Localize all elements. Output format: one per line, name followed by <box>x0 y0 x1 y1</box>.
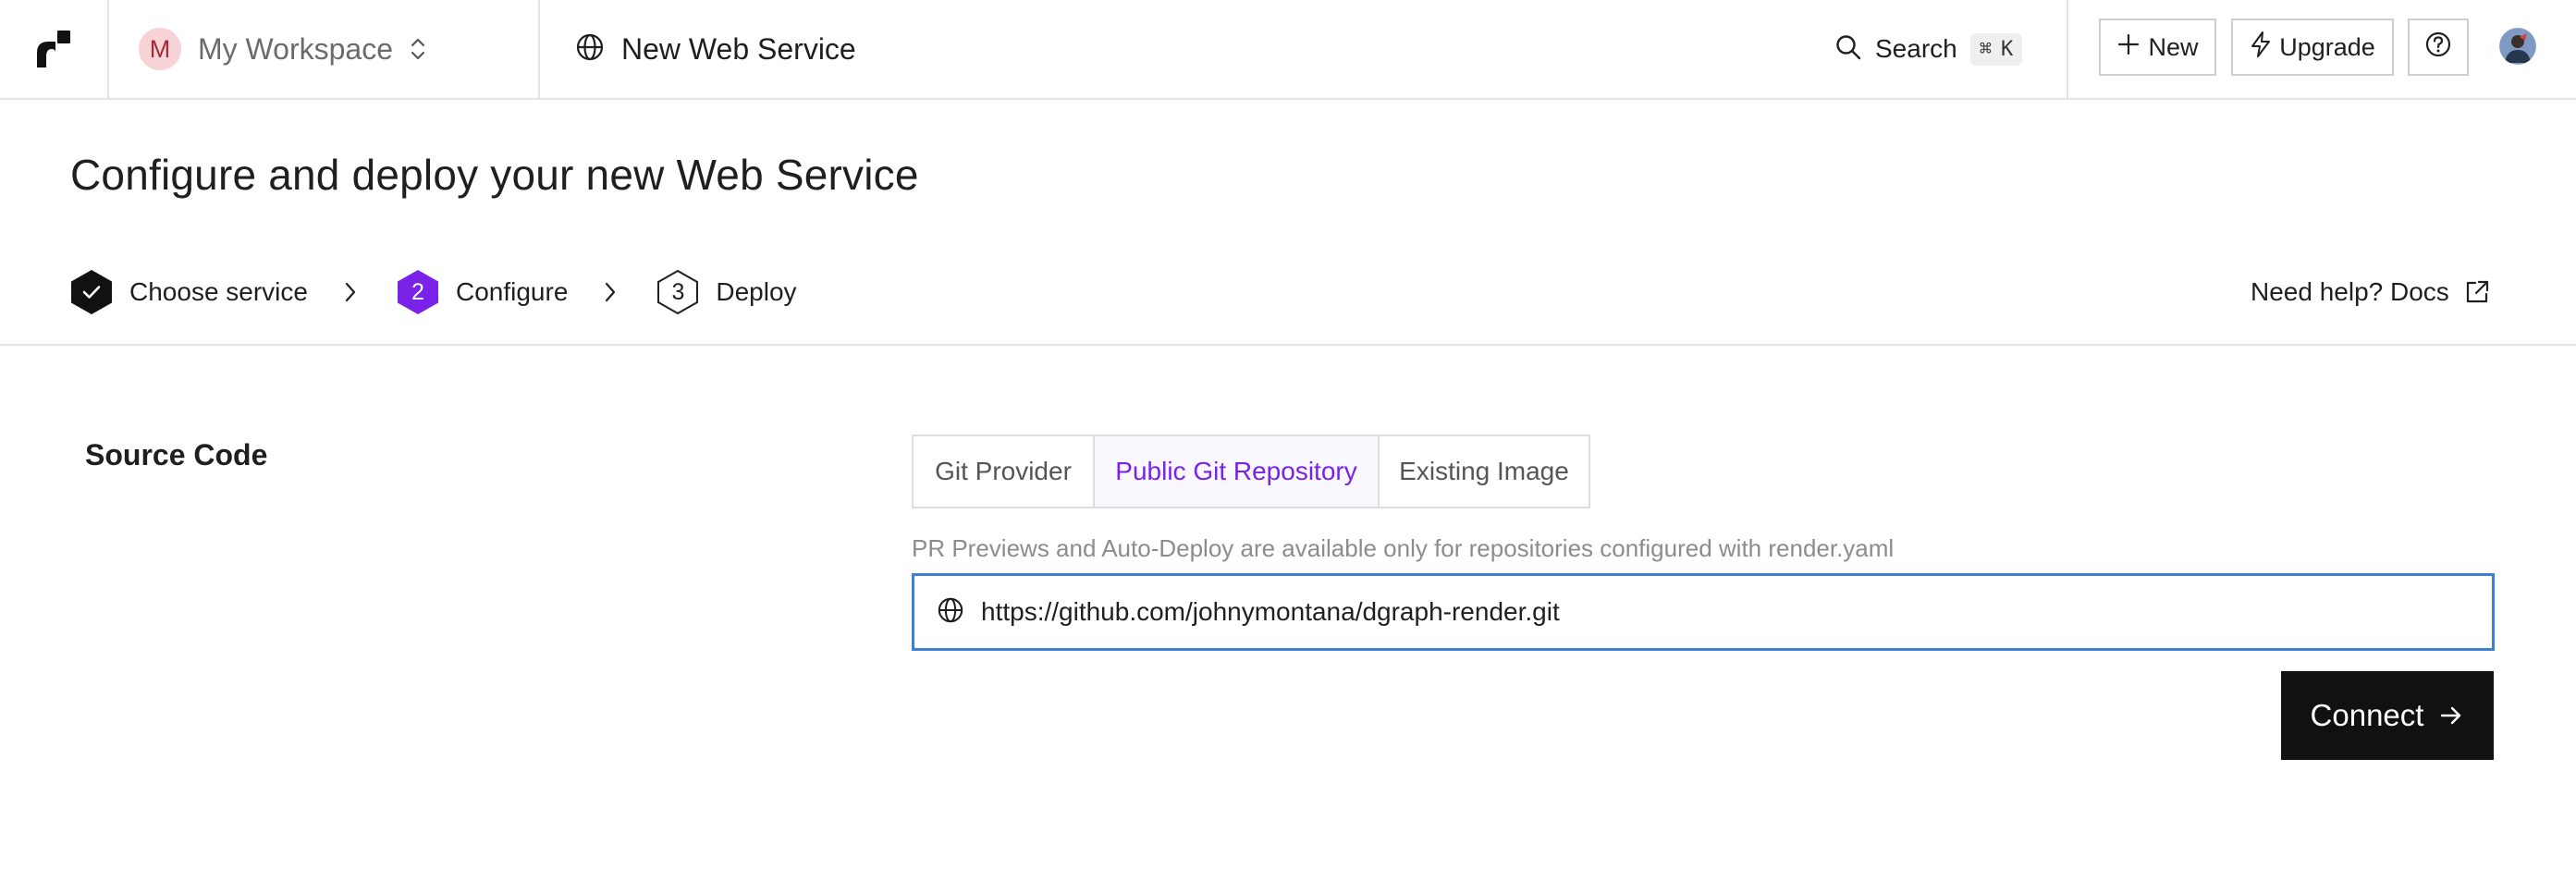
step-number: 2 <box>411 278 424 305</box>
source-tabs: Git Provider Public Git Repository Exist… <box>912 434 1590 508</box>
step-deploy: 3 Deploy <box>656 269 797 315</box>
pr-previews-hint: PR Previews and Auto-Deploy are availabl… <box>912 534 1895 562</box>
connect-button[interactable]: Connect <box>2281 671 2494 760</box>
step-configure: 2 Configure <box>397 269 568 315</box>
tab-git-provider[interactable]: Git Provider <box>914 436 1093 507</box>
step-label: Choose service <box>129 277 308 306</box>
new-label: New <box>2148 32 2199 61</box>
question-circle-icon <box>2424 31 2452 65</box>
external-link-icon <box>2464 279 2490 305</box>
source-code-label: Source Code <box>85 438 268 471</box>
repository-url-field <box>912 573 2495 651</box>
chevron-right-icon <box>343 280 358 304</box>
upgrade-button[interactable]: Upgrade <box>2231 18 2394 76</box>
page-title: Configure and deploy your new Web Servic… <box>70 151 919 199</box>
workspace-switcher[interactable]: M My Workspace <box>109 0 540 98</box>
user-avatar-image <box>2499 28 2536 65</box>
section-divider <box>0 344 2576 346</box>
globe-icon <box>575 32 605 67</box>
step-label: Deploy <box>716 277 797 306</box>
nav-divider <box>2067 0 2068 98</box>
upgrade-label: Upgrade <box>2279 32 2375 61</box>
step-label: Configure <box>455 277 569 306</box>
search-label: Search <box>1875 34 1957 63</box>
connect-label: Connect <box>2310 698 2424 732</box>
k-key: K <box>2000 37 2014 61</box>
search-shortcut: ⌘ K <box>1969 32 2023 66</box>
render-logo[interactable] <box>0 0 109 98</box>
render-logo-icon <box>37 31 70 67</box>
step-choose-service: Choose service <box>70 269 308 315</box>
top-navigation-bar: M My Workspace New Web Service Search ⌘ … <box>0 0 2576 100</box>
lightning-icon <box>2250 31 2272 65</box>
search-button[interactable]: Search ⌘ K <box>1834 0 2023 98</box>
progress-steps: Choose service 2 Configure 3 Deploy <box>70 266 797 318</box>
search-icon <box>1834 33 1862 66</box>
user-avatar[interactable] <box>2499 28 2536 65</box>
help-button[interactable] <box>2408 18 2469 76</box>
step-pending-icon: 3 <box>656 269 699 315</box>
docs-help-link[interactable]: Need help? Docs <box>2251 274 2490 311</box>
workspace-avatar: M <box>139 28 181 70</box>
arrow-right-icon <box>2438 703 2464 728</box>
service-title: New Web Service <box>621 31 856 66</box>
step-complete-icon <box>70 269 113 315</box>
plus-icon <box>2116 32 2141 63</box>
tab-existing-image[interactable]: Existing Image <box>1378 436 1589 507</box>
docs-help-label: Need help? Docs <box>2251 277 2449 306</box>
chevron-right-icon <box>603 280 618 304</box>
globe-icon <box>937 596 964 629</box>
service-breadcrumb: New Web Service <box>575 0 856 98</box>
step-number: 3 <box>671 278 685 305</box>
command-key: ⌘ <box>1979 37 1992 61</box>
step-active-icon: 2 <box>397 269 439 315</box>
new-button[interactable]: New <box>2099 18 2216 76</box>
repository-url-input[interactable] <box>981 597 2460 627</box>
tab-public-git-repository[interactable]: Public Git Repository <box>1093 436 1378 507</box>
workspace-name: My Workspace <box>198 31 394 66</box>
chevron-up-down-icon <box>410 35 426 63</box>
